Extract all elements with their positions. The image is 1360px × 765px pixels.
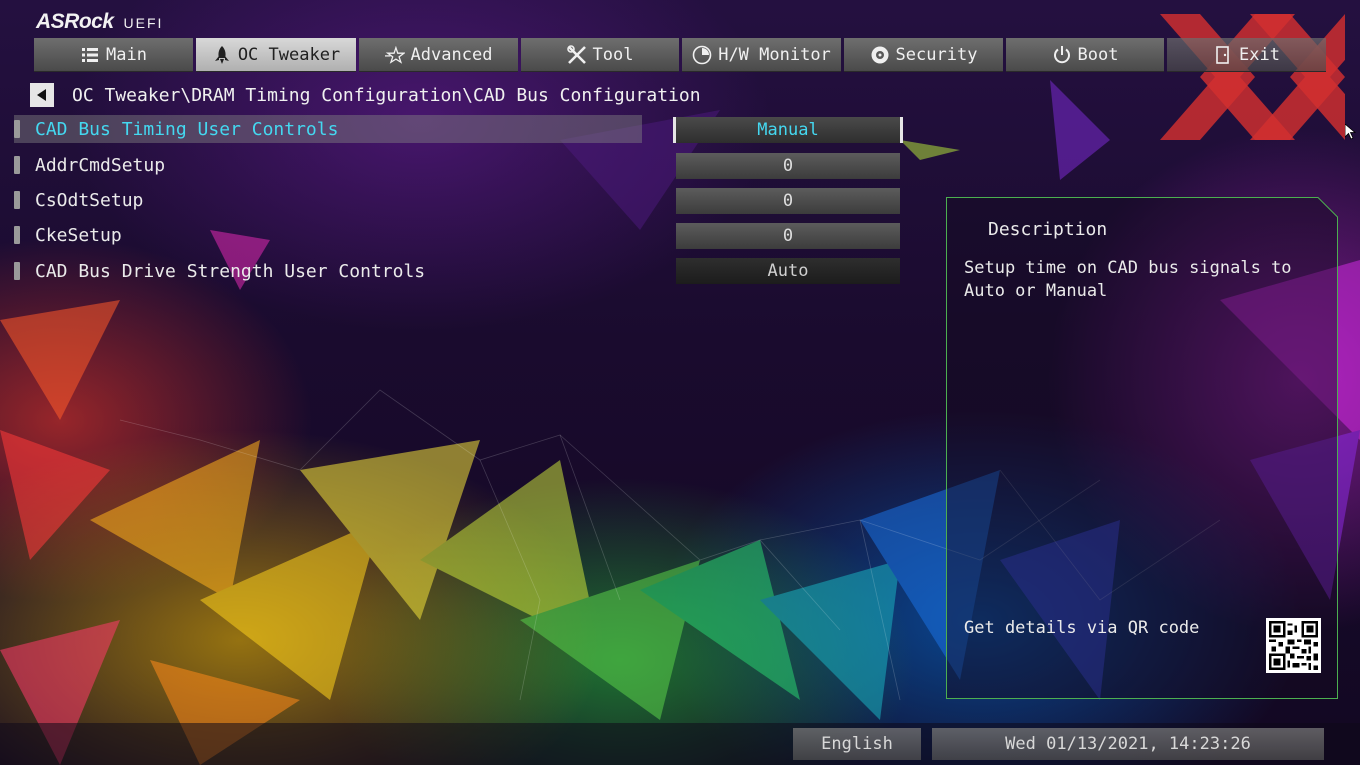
tab-label: Advanced: [410, 44, 493, 65]
setting-label: CAD Bus Timing User Controls: [35, 118, 339, 140]
description-text: Setup time on CAD bus signals to Auto or…: [964, 258, 1292, 301]
exit-icon: [1213, 45, 1233, 65]
setting-value-ckesetup[interactable]: 0: [676, 223, 900, 249]
tools-icon: [566, 44, 587, 65]
qr-code-icon[interactable]: [1266, 618, 1321, 673]
setting-label: CAD Bus Drive Strength User Controls: [35, 260, 426, 282]
tab-main[interactable]: Main: [34, 38, 193, 72]
setting-value-cad-bus-timing[interactable]: Manual: [673, 117, 903, 143]
qr-caption: Get details via QR code: [964, 618, 1200, 638]
row-bullet-icon: [14, 262, 20, 280]
tab-advanced[interactable]: Advanced: [359, 38, 518, 72]
description-title: Description: [988, 219, 1108, 240]
logo-brand: ASRock: [36, 10, 114, 33]
tab-label: Main: [106, 44, 147, 65]
tab-exit[interactable]: Exit: [1167, 38, 1326, 72]
setting-label: CsOdtSetup: [35, 189, 144, 211]
setting-value-csodtsetup[interactable]: 0: [676, 188, 900, 214]
row-bullet-icon: [14, 191, 20, 209]
setting-row-cad-bus-timing[interactable]: CAD Bus Timing User Controls: [14, 115, 642, 143]
tab-hw-monitor[interactable]: H/W Monitor: [682, 38, 841, 72]
mouse-cursor-icon: [1345, 124, 1357, 140]
setting-row-cad-bus-drive-strength[interactable]: CAD Bus Drive Strength User Controls: [14, 257, 642, 285]
tab-label: Boot: [1077, 44, 1119, 65]
tab-oc-tweaker[interactable]: OC Tweaker: [196, 38, 356, 72]
language-button[interactable]: English: [793, 728, 921, 760]
setting-row-addrcmdsetup[interactable]: AddrCmdSetup: [14, 151, 642, 179]
back-button[interactable]: [30, 83, 54, 107]
tab-label: Exit: [1239, 44, 1280, 65]
setting-label: CkeSetup: [35, 224, 122, 246]
tab-label: OC Tweaker: [237, 44, 341, 65]
power-icon: [1052, 45, 1072, 65]
star-icon: [384, 45, 405, 65]
setting-row-csodtsetup[interactable]: CsOdtSetup: [14, 186, 642, 214]
asrock-logo: ASRock UEFI: [36, 10, 163, 36]
tab-label: H/W Monitor: [718, 44, 831, 65]
logo-uefi: UEFI: [123, 15, 164, 31]
list-icon: [80, 45, 100, 65]
breadcrumb-path: OC Tweaker\DRAM Timing Configuration\CAD…: [72, 84, 701, 106]
tab-security[interactable]: Security: [844, 38, 1003, 72]
row-bullet-icon: [14, 156, 20, 174]
monitor-icon: [692, 45, 712, 65]
date-time-display: Wed 01/13/2021, 14:23:26: [932, 728, 1324, 760]
tab-label: Tool: [592, 44, 634, 65]
setting-value-cad-bus-drive-strength[interactable]: Auto: [676, 258, 900, 284]
setting-value-addrcmdsetup[interactable]: 0: [676, 153, 900, 179]
back-arrow-icon: [37, 89, 46, 101]
watermark-logo: [1160, 14, 1345, 140]
description-panel: Description Setup time on CAD bus signal…: [946, 197, 1338, 699]
tab-tool[interactable]: Tool: [521, 38, 679, 72]
rocket-icon: [212, 45, 232, 65]
setting-label: AddrCmdSetup: [35, 154, 166, 176]
setting-row-ckesetup[interactable]: CkeSetup: [14, 221, 642, 249]
tab-boot[interactable]: Boot: [1006, 38, 1164, 72]
row-bullet-icon: [14, 120, 20, 138]
shield-icon: [870, 45, 890, 65]
tab-label: Security: [895, 44, 978, 65]
breadcrumb: OC Tweaker\DRAM Timing Configuration\CAD…: [30, 82, 701, 108]
row-bullet-icon: [14, 226, 20, 244]
